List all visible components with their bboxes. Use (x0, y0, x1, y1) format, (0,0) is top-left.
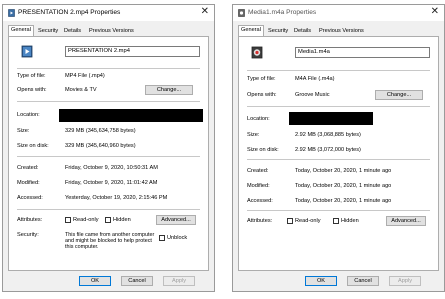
hidden-checkbox[interactable] (333, 218, 339, 224)
location-label: Location: (247, 116, 270, 122)
location-label: Location: (17, 112, 40, 118)
security-label: Security: (17, 232, 39, 238)
opens-with-label: Opens with: (17, 87, 47, 93)
tab-details[interactable]: Details (64, 27, 81, 36)
size-label: Size: (247, 132, 260, 138)
divider (247, 159, 430, 160)
created-label: Created: (247, 168, 269, 174)
created-label: Created: (17, 165, 39, 171)
accessed-label: Accessed: (17, 195, 43, 201)
opens-with-label: Opens with: (247, 92, 277, 98)
size-value: 329 MB (345,634,758 bytes) (65, 128, 136, 134)
window-title: PRESENTATION 2.mp4 Properties (18, 9, 121, 16)
divider (17, 209, 200, 210)
video-file-icon (21, 45, 33, 58)
apply-button[interactable]: Apply (163, 276, 195, 286)
video-file-icon (8, 9, 15, 17)
general-panel: PRESENTATION 2.mp4 Type of file: MP4 Fil… (8, 36, 209, 271)
close-icon[interactable]: ✕ (201, 6, 209, 18)
audio-file-icon (251, 46, 263, 59)
type-value: MP4 File (.mp4) (65, 73, 105, 79)
tab-details[interactable]: Details (294, 27, 311, 36)
title-bar: Media1.m4a Properties ✕ (233, 5, 444, 21)
audio-file-icon (238, 9, 245, 17)
type-label: Type of file: (247, 76, 276, 82)
accessed-value: Today, October 20, 2020, 1 minute ago (295, 198, 392, 204)
divider (247, 70, 430, 71)
modified-label: Modified: (247, 183, 270, 189)
size-label: Size: (17, 128, 30, 134)
tab-strip: General Security Details Previous Versio… (238, 25, 439, 36)
redacted-location (59, 109, 203, 122)
opens-with-value: Movies & TV (65, 87, 97, 93)
size-on-disk-label: Size on disk: (17, 143, 49, 149)
size-on-disk-value: 2.92 MB (3,072,000 bytes) (295, 147, 361, 153)
change-button[interactable]: Change... (375, 90, 423, 100)
properties-dialog-mp4: PRESENTATION 2.mp4 Properties ✕ General … (2, 4, 215, 292)
change-button[interactable]: Change... (145, 85, 193, 95)
tab-security[interactable]: Security (268, 27, 288, 36)
properties-dialog-m4a: Media1.m4a Properties ✕ General Security… (232, 4, 445, 292)
hidden-checkbox[interactable] (105, 217, 111, 223)
read-only-label: Read-only (73, 217, 99, 223)
attributes-label: Attributes: (247, 218, 273, 224)
divider (17, 156, 200, 157)
opens-with-value: Groove Music (295, 92, 330, 98)
accessed-value: Yesterday, October 19, 2020, 2:15:46 PM (65, 195, 168, 201)
ok-button[interactable]: OK (305, 276, 337, 286)
divider (17, 101, 200, 102)
close-icon[interactable]: ✕ (431, 6, 439, 18)
ok-button[interactable]: OK (79, 276, 111, 286)
tab-strip: General Security Details Previous Versio… (8, 25, 209, 36)
redacted-location (289, 112, 373, 125)
hidden-label: Hidden (113, 217, 131, 223)
type-label: Type of file: (17, 73, 46, 79)
title-bar: PRESENTATION 2.mp4 Properties ✕ (3, 5, 214, 21)
tab-previous-versions[interactable]: Previous Versions (89, 27, 134, 36)
read-only-label: Read-only (295, 218, 321, 224)
size-on-disk-label: Size on disk: (247, 147, 279, 153)
general-panel: Media1.m4a Type of file: M4A File (.m4a)… (238, 36, 439, 271)
file-name-field[interactable]: PRESENTATION 2.mp4 (65, 46, 200, 57)
attributes-label: Attributes: (17, 217, 43, 223)
size-on-disk-value: 329 MB (345,640,960 bytes) (65, 143, 136, 149)
size-value: 2.92 MB (3,068,885 bytes) (295, 132, 361, 138)
read-only-checkbox[interactable] (65, 217, 71, 223)
divider (247, 106, 430, 107)
tab-general[interactable]: General (8, 25, 34, 36)
advanced-button[interactable]: Advanced... (156, 215, 196, 225)
cancel-button[interactable]: Cancel (121, 276, 153, 286)
type-value: M4A File (.m4a) (295, 76, 335, 82)
hidden-label: Hidden (341, 218, 359, 224)
tab-security[interactable]: Security (38, 27, 58, 36)
created-value: Today, October 20, 2020, 1 minute ago (295, 168, 392, 174)
file-name-field[interactable]: Media1.m4a (295, 47, 430, 58)
accessed-label: Accessed: (247, 198, 273, 204)
window-title: Media1.m4a Properties (248, 9, 317, 16)
read-only-checkbox[interactable] (287, 218, 293, 224)
modified-label: Modified: (17, 180, 40, 186)
apply-button[interactable]: Apply (389, 276, 421, 286)
divider (17, 68, 200, 69)
modified-value: Friday, October 9, 2020, 11:01:42 AM (65, 180, 158, 186)
security-message: This file came from another computer and… (65, 232, 155, 250)
created-value: Friday, October 9, 2020, 10:50:31 AM (65, 165, 158, 171)
modified-value: Today, October 20, 2020, 1 minute ago (295, 183, 392, 189)
tab-previous-versions[interactable]: Previous Versions (319, 27, 364, 36)
unblock-checkbox[interactable] (159, 235, 165, 241)
unblock-label: Unblock (167, 235, 188, 241)
tab-general[interactable]: General (238, 25, 264, 36)
advanced-button[interactable]: Advanced... (386, 216, 426, 226)
cancel-button[interactable]: Cancel (347, 276, 379, 286)
divider (247, 210, 430, 211)
